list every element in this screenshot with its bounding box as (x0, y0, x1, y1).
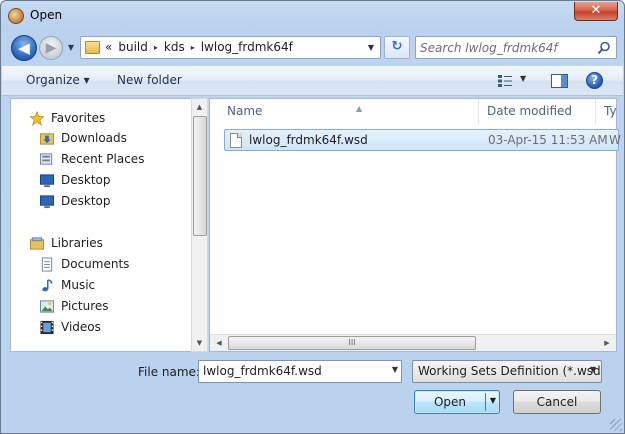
file-name: lwlog_frdmk64f.wsd (249, 133, 368, 147)
refresh-button[interactable]: ↻ (384, 36, 410, 59)
scroll-left-icon[interactable]: ◀ (211, 335, 227, 351)
table-row[interactable]: lwlog_frdmk64f.wsd 03-Apr-15 11:53 AM W (224, 129, 621, 151)
navigation-pane: Favorites Downloads Recent Places Deskto… (10, 98, 208, 352)
desktop-icon (39, 173, 55, 187)
chevron-down-icon[interactable]: ▼ (392, 365, 398, 374)
pictures-icon (39, 299, 55, 313)
recent-pages-dropdown[interactable]: ▼ (65, 41, 77, 55)
breadcrumb-overflow[interactable]: « (105, 40, 112, 54)
new-folder-button[interactable]: New folder (117, 73, 182, 87)
file-type-value: Working Sets Definition (*.wsd) (418, 364, 602, 378)
sidebar-item-label: Recent Places (61, 152, 145, 166)
file-name-value: lwlog_frdmk64f.wsd (203, 364, 322, 378)
sidebar-item-label: Pictures (61, 299, 109, 313)
horizontal-scrollbar[interactable]: ◀ III ▶ (210, 334, 616, 351)
forward-button[interactable]: ▶ (39, 36, 63, 60)
sidebar-item-libraries[interactable]: Libraries (29, 233, 103, 253)
folder-icon (85, 41, 100, 54)
open-button[interactable]: Open ▼ (414, 390, 500, 414)
column-header-name[interactable]: ▲ Name (220, 99, 479, 124)
column-header-date-modified[interactable]: Date modified (480, 99, 596, 124)
sidebar-item-desktop-2[interactable]: Desktop (39, 191, 111, 211)
scrollbar-thumb[interactable] (193, 116, 207, 236)
scrollbar-thumb[interactable]: III (228, 336, 476, 350)
sort-up-icon: ▲ (356, 104, 363, 113)
music-icon (42, 278, 53, 291)
chevron-down-icon[interactable]: ▼ (364, 40, 378, 55)
open-button-label: Open (433, 395, 467, 409)
sidebar-item-label: Desktop (61, 194, 111, 208)
desktop-icon (39, 194, 55, 208)
views-icon[interactable] (497, 74, 513, 88)
window-title: Open (30, 8, 63, 22)
scroll-up-icon[interactable]: ▲ (192, 99, 207, 115)
cancel-button[interactable]: Cancel (513, 390, 601, 414)
breadcrumb: « build ▸ kds ▸ lwlog_frdmk64f (105, 40, 293, 54)
sidebar-item-label: Downloads (61, 131, 127, 145)
chevron-down-icon[interactable]: ▼ (590, 365, 596, 374)
videos-icon (40, 320, 54, 334)
sidebar-item-label: Desktop (61, 173, 111, 187)
sidebar-item-label: Favorites (51, 111, 106, 125)
sidebar-item-videos[interactable]: Videos (39, 317, 101, 337)
app-icon (8, 8, 24, 24)
sidebar-item-pictures[interactable]: Pictures (39, 296, 109, 316)
search-icon[interactable] (597, 41, 611, 55)
documents-icon (41, 256, 53, 272)
recent-places-icon (39, 152, 53, 165)
breadcrumb-kds[interactable]: kds (164, 40, 185, 54)
breadcrumb-build[interactable]: build (118, 40, 148, 54)
file-date: 03-Apr-15 11:53 AM (488, 133, 608, 147)
star-icon (29, 110, 45, 126)
downloads-folder-icon (39, 132, 55, 145)
file-type-select[interactable]: Working Sets Definition (*.wsd) ▼ (412, 360, 602, 383)
search-box[interactable] (415, 36, 617, 59)
help-icon[interactable]: ? (586, 72, 603, 89)
libraries-icon (29, 236, 45, 250)
views-dropdown[interactable]: ▼ (520, 74, 526, 83)
resize-grip[interactable] (610, 419, 622, 431)
column-header-type[interactable]: Ty (597, 99, 618, 124)
file-name-field[interactable]: lwlog_frdmk64f.wsd ▼ (198, 360, 402, 383)
scroll-down-icon[interactable]: ▼ (192, 335, 207, 351)
file-list: ▲ Name Date modified Ty lwlog_frdmk64f.w… (209, 98, 621, 352)
split-divider (485, 393, 486, 411)
sidebar-item-desktop[interactable]: Desktop (39, 170, 111, 190)
search-input[interactable] (420, 39, 592, 56)
address-bar[interactable]: « build ▸ kds ▸ lwlog_frdmk64f ▼ (80, 36, 381, 59)
sidebar-item-label: Videos (61, 320, 101, 334)
sidebar-item-label: Music (61, 278, 96, 292)
sidebar-item-label: Libraries (51, 236, 103, 250)
breadcrumb-lwlog-frdmk64f[interactable]: lwlog_frdmk64f (201, 40, 293, 54)
sidebar-item-recent-places[interactable]: Recent Places (39, 149, 144, 169)
file-type: W (609, 133, 621, 147)
sidebar-item-label: Documents (61, 257, 130, 271)
close-button[interactable]: ✕ (574, 2, 618, 21)
sidebar-item-downloads[interactable]: Downloads (39, 128, 127, 148)
open-options-dropdown[interactable]: ▼ (487, 396, 499, 405)
title-bar[interactable]: Open ✕ (1, 1, 624, 31)
navigation-scrollbar[interactable]: ▲ ▼ (191, 98, 208, 352)
file-name-label: File name: (138, 365, 200, 379)
sidebar-item-documents[interactable]: Documents (39, 254, 129, 274)
chevron-right-icon[interactable]: ▸ (191, 43, 195, 52)
chevron-right-icon[interactable]: ▸ (154, 43, 158, 52)
organize-button[interactable]: Organize ▾ (26, 73, 90, 87)
open-dialog: Open ✕ ◀ ▶ ▼ « build ▸ kds ▸ lwlog_frdmk… (0, 0, 625, 434)
toolbar: Organize ▾ New folder ▼ ? (2, 65, 623, 96)
preview-pane-icon[interactable] (551, 74, 568, 88)
sidebar-item-favorites[interactable]: Favorites (29, 108, 105, 128)
file-icon (230, 133, 242, 148)
sidebar-item-music[interactable]: Music (39, 275, 95, 295)
scroll-right-icon[interactable]: ▶ (599, 335, 615, 351)
back-button[interactable]: ◀ (11, 35, 37, 61)
